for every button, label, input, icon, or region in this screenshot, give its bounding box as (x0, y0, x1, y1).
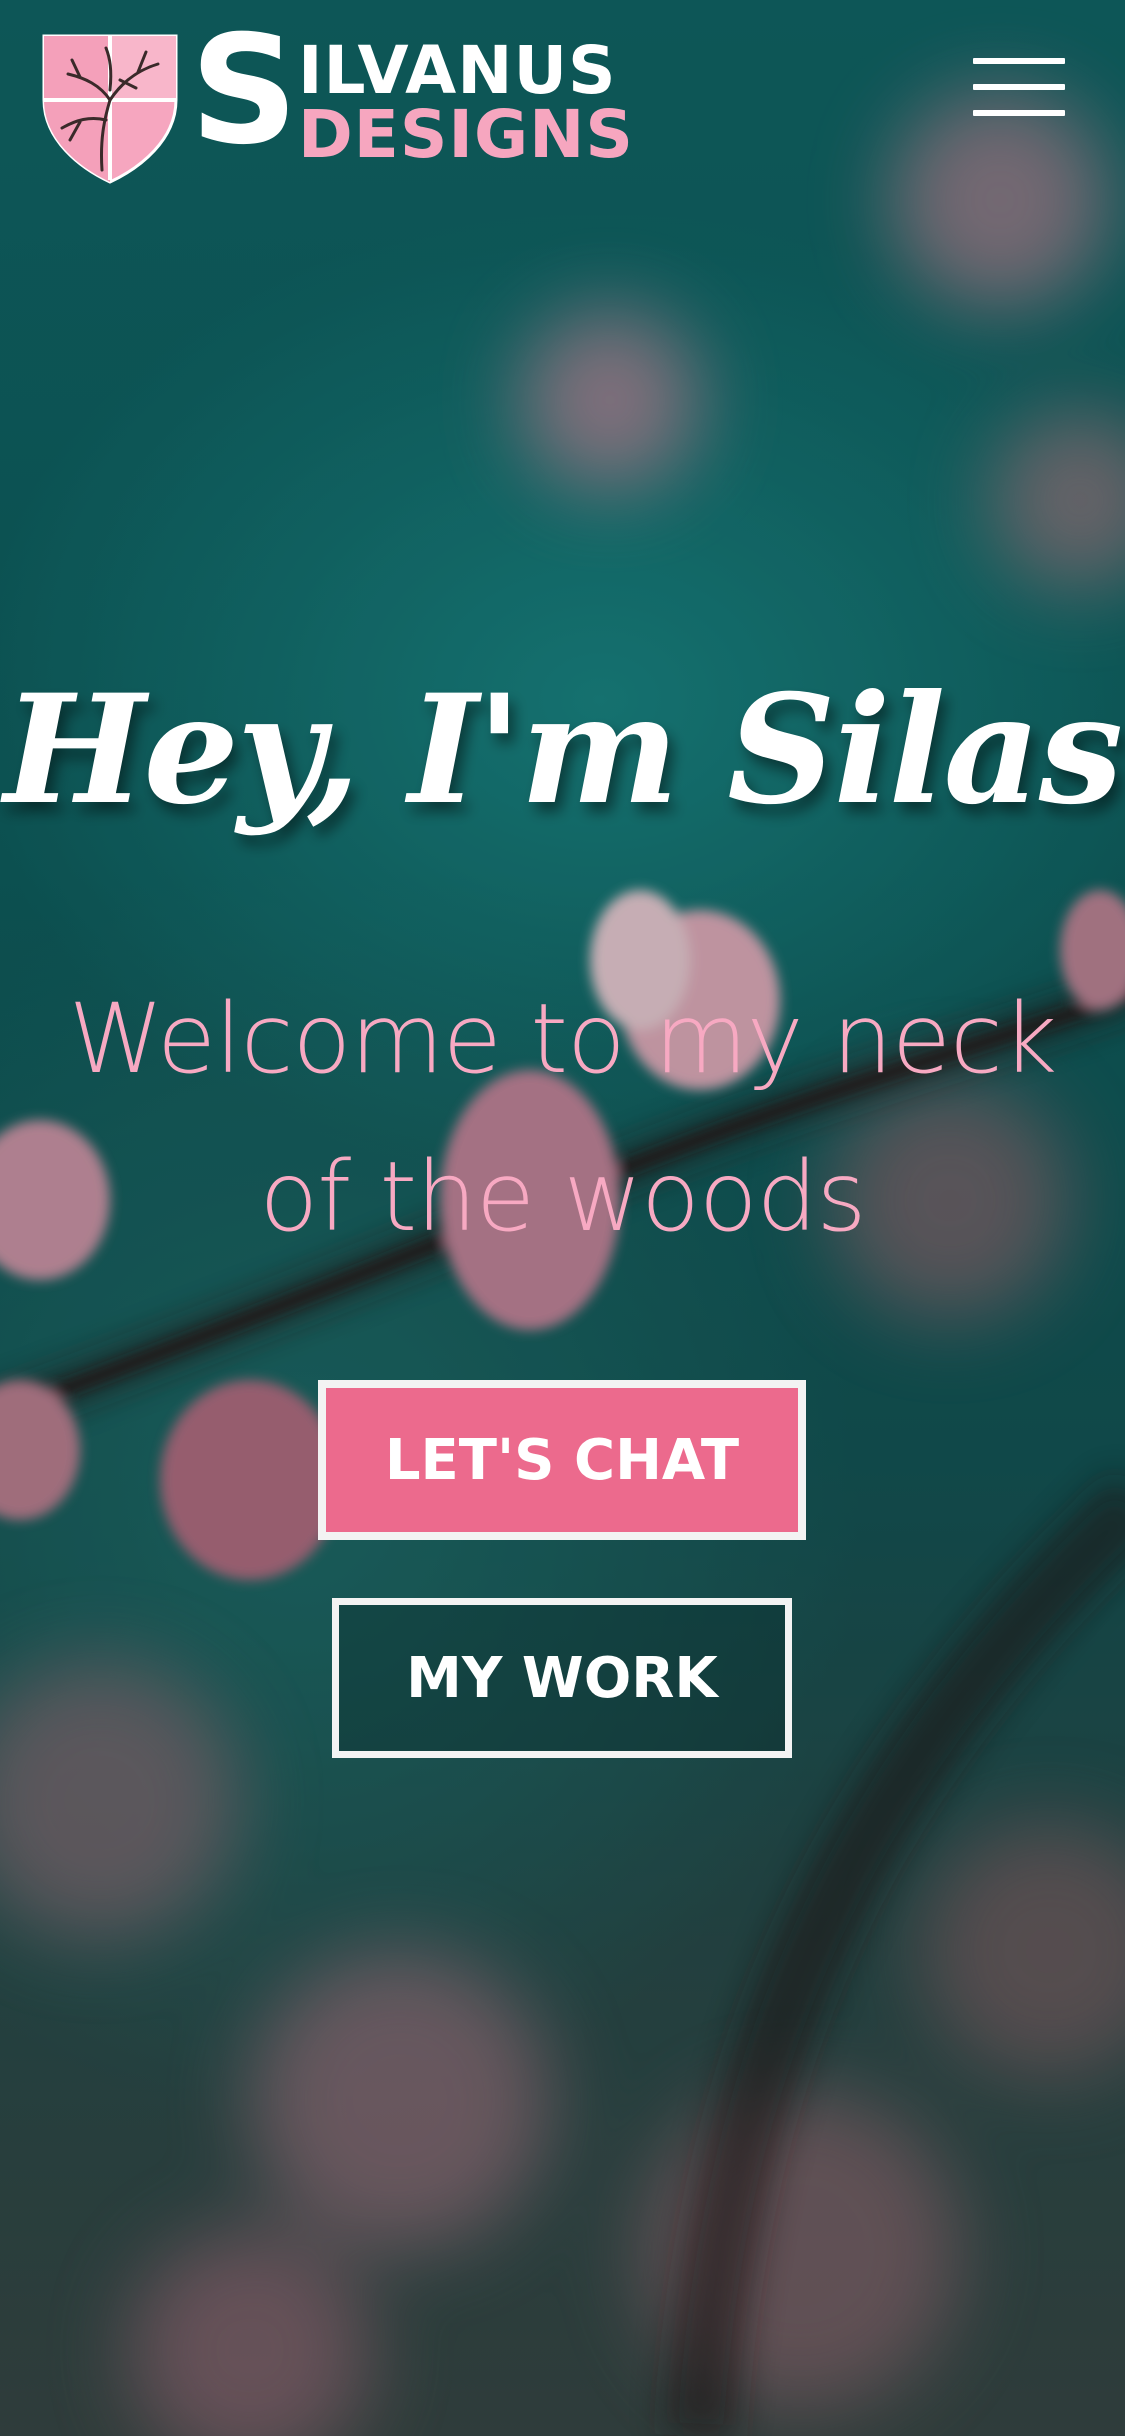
my-work-button[interactable]: MY WORK (332, 1598, 792, 1758)
hero-title: Hey, I'm Silas (3, 662, 1123, 838)
hero-subtitle-line-1: Welcome to my neck (68, 983, 1058, 1095)
site-header: S ILVANUS DESIGNS (0, 0, 1125, 200)
hamburger-menu-icon[interactable] (973, 56, 1065, 120)
hero-subtitle-line-2: of the woods (259, 1141, 866, 1253)
menu-bar-middle (973, 84, 1065, 90)
logo-tagline: DESIGNS (298, 96, 634, 173)
logo-name: ILVANUS (298, 32, 617, 109)
menu-bar-top (973, 58, 1065, 64)
hero-subtitle: Welcome to my neck of the woods (10, 960, 1115, 1276)
page: S ILVANUS DESIGNS Hey, I'm Silas Welcome… (0, 0, 1125, 2436)
site-logo[interactable]: S ILVANUS DESIGNS (40, 16, 680, 190)
tree-shield-icon (42, 34, 178, 184)
logo-initial: S (190, 4, 299, 178)
menu-bar-bottom (973, 110, 1065, 116)
lets-chat-button[interactable]: LET'S CHAT (318, 1380, 806, 1540)
